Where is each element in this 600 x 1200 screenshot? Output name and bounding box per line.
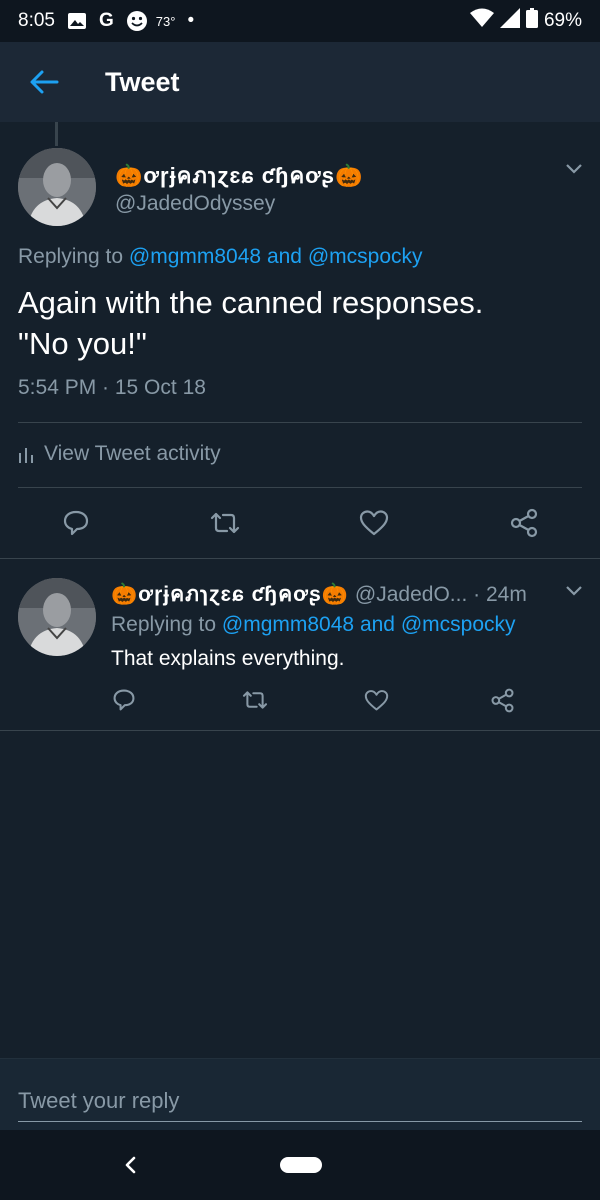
- wifi-icon: [469, 8, 494, 34]
- tweet-timestamp: 5:54 PM · 15 Oct 18: [18, 376, 206, 399]
- divider: [18, 487, 582, 488]
- tweet-text: Again with the canned responses. "No you…: [18, 282, 578, 364]
- replying-and[interactable]: and: [360, 613, 395, 636]
- chevron-down-icon[interactable]: [565, 162, 583, 180]
- activity-label: View Tweet activity: [44, 442, 221, 465]
- share-icon: [510, 508, 538, 538]
- like-button[interactable]: [362, 686, 390, 714]
- analytics-icon: [19, 448, 33, 463]
- reply-icon: [113, 689, 135, 711]
- view-tweet-activity-link[interactable]: View Tweet activity: [18, 442, 221, 466]
- page-title: Tweet: [105, 66, 180, 97]
- divider: [18, 422, 582, 423]
- reply-button[interactable]: [110, 686, 138, 714]
- reply-header: 🎃ơɼɉคภɿɀɛɕ ƈɧคơʂ🎃 @JadedO... · 24m: [111, 578, 527, 611]
- notification-dot: •: [187, 10, 195, 31]
- divider: [0, 730, 600, 731]
- heart-icon: [359, 510, 389, 536]
- retweet-icon: [210, 512, 240, 534]
- share-button[interactable]: [488, 686, 516, 714]
- google-icon: G: [98, 10, 114, 31]
- reply-icon: [63, 510, 89, 536]
- smiley-icon: [126, 10, 148, 32]
- back-button[interactable]: [0, 42, 88, 122]
- system-back-button[interactable]: [116, 1150, 144, 1180]
- like-button[interactable]: [356, 506, 392, 540]
- heart-icon: [364, 689, 388, 711]
- retweet-icon: [242, 691, 268, 709]
- reply-button[interactable]: [58, 506, 94, 540]
- tweet-text-line: Again with the canned responses.: [18, 285, 484, 320]
- share-button[interactable]: [506, 506, 542, 540]
- replying-and[interactable]: and: [267, 245, 302, 268]
- chevron-left-icon: [125, 1156, 136, 1174]
- status-bar: 8:05 G 73° • 69%: [0, 0, 600, 42]
- battery-icon: [525, 8, 538, 34]
- mention-link-mcspocky[interactable]: @mcspocky: [401, 613, 516, 636]
- replying-to-label: Replying to: [18, 245, 124, 268]
- thread-connector: [55, 122, 58, 146]
- retweet-button[interactable]: [206, 506, 244, 540]
- mention-link-mgmm8048[interactable]: @mgmm8048: [129, 245, 261, 268]
- share-icon: [491, 688, 513, 712]
- mention-link-mgmm8048[interactable]: @mgmm8048: [222, 613, 354, 636]
- status-time: 8:05: [18, 10, 55, 31]
- user-handle[interactable]: @JadedOdyssey: [115, 192, 275, 216]
- temperature: 73°: [155, 13, 176, 29]
- handle-and-time: @JadedO... · 24m: [354, 583, 527, 606]
- mention-link-mcspocky[interactable]: @mcspocky: [308, 245, 423, 268]
- system-home-button[interactable]: [280, 1157, 322, 1173]
- avatar[interactable]: [18, 148, 96, 226]
- app-bar: Tweet: [0, 42, 600, 122]
- replying-to: Replying to @mgmm8048 and @mcspocky: [18, 245, 423, 269]
- image-icon: [67, 12, 87, 30]
- tweet-reply-input[interactable]: [18, 1080, 582, 1122]
- avatar[interactable]: [18, 578, 96, 656]
- chevron-down-icon[interactable]: [565, 584, 583, 602]
- tweet-text: That explains everything.: [111, 647, 345, 670]
- divider: [0, 558, 600, 559]
- signal-icon: [499, 8, 520, 34]
- replying-to: Replying to @mgmm8048 and @mcspocky: [111, 613, 516, 637]
- arrow-left-icon: [30, 70, 59, 94]
- replying-to-label: Replying to: [111, 613, 217, 636]
- display-name[interactable]: 🎃ơɼɉคภɿɀɛɕ ƈɧคơʂ🎃: [115, 158, 363, 193]
- display-name[interactable]: 🎃ơɼɉคภɿɀɛɕ ƈɧคơʂ🎃: [111, 583, 349, 606]
- tweet-text-line: "No you!": [18, 326, 147, 361]
- retweet-button[interactable]: [240, 686, 270, 714]
- battery-percent: 69%: [543, 10, 582, 31]
